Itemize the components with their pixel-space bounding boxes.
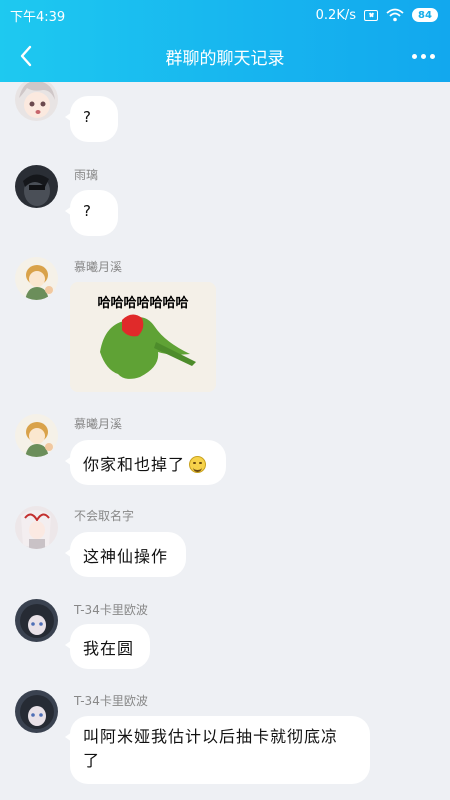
message-bubble[interactable]: 我在圆 [65, 624, 150, 669]
sim-blocked-icon [364, 9, 378, 21]
back-button[interactable] [8, 38, 44, 74]
app-header: 下午4:39 0.2K/s 84 群聊的聊天记录 [0, 0, 450, 82]
avatar[interactable] [15, 257, 58, 300]
network-speed: 0.2K/s [315, 7, 356, 23]
sender-name: T-34卡里欧波 [74, 603, 148, 617]
sender-name: 慕曦月溪 [74, 417, 123, 431]
message-bubble[interactable]: 这神仙操作 [65, 532, 186, 577]
message-bubble[interactable]: ? [65, 96, 118, 142]
avatar[interactable] [15, 599, 58, 642]
sticker-image[interactable]: 哈哈哈哈哈哈哈 [70, 282, 216, 392]
wifi-icon [386, 8, 404, 22]
message-text: 你家和也掉了 [83, 455, 186, 474]
sticker-caption: 哈哈哈哈哈哈哈 [97, 296, 189, 311]
more-dot [420, 53, 426, 59]
message-text: 我在圆 [83, 639, 135, 658]
title-bar: 群聊的聊天记录 [0, 30, 450, 82]
avatar[interactable] [15, 165, 58, 208]
message-text-line: 了 [83, 751, 101, 770]
sender-name: 雨璃 [74, 168, 99, 182]
message-text: ? [83, 108, 91, 126]
avatar[interactable] [15, 78, 58, 121]
message-bubble[interactable]: 你家和也掉了 [65, 440, 226, 485]
more-options-button[interactable] [406, 40, 440, 72]
sender-name: 不会取名字 [74, 509, 135, 523]
smiley-emoji-icon [189, 456, 207, 473]
avatar[interactable] [15, 690, 58, 733]
sender-name: 慕曦月溪 [74, 260, 123, 274]
sender-name: T-34卡里欧波 [74, 694, 148, 708]
more-dot [429, 53, 435, 59]
chevron-left-icon [20, 45, 32, 67]
more-dot [411, 53, 417, 59]
message-text: ? [83, 202, 91, 220]
message-text: 这神仙操作 [83, 547, 169, 566]
message-bubble[interactable]: 叫阿米娅我估计以后抽卡就彻底凉 了 [65, 716, 370, 784]
message-bubble[interactable]: ? [65, 190, 118, 236]
avatar[interactable] [15, 414, 58, 457]
message-text-line: 叫阿米娅我估计以后抽卡就彻底凉 [83, 727, 339, 746]
status-time: 下午4:39 [10, 9, 66, 25]
battery-badge: 84 [412, 8, 438, 22]
page-title: 群聊的聊天记录 [165, 48, 285, 69]
avatar[interactable] [15, 506, 58, 549]
status-indicators: 0.2K/s 84 [316, 8, 438, 23]
status-bar: 下午4:39 0.2K/s 84 [0, 0, 450, 30]
